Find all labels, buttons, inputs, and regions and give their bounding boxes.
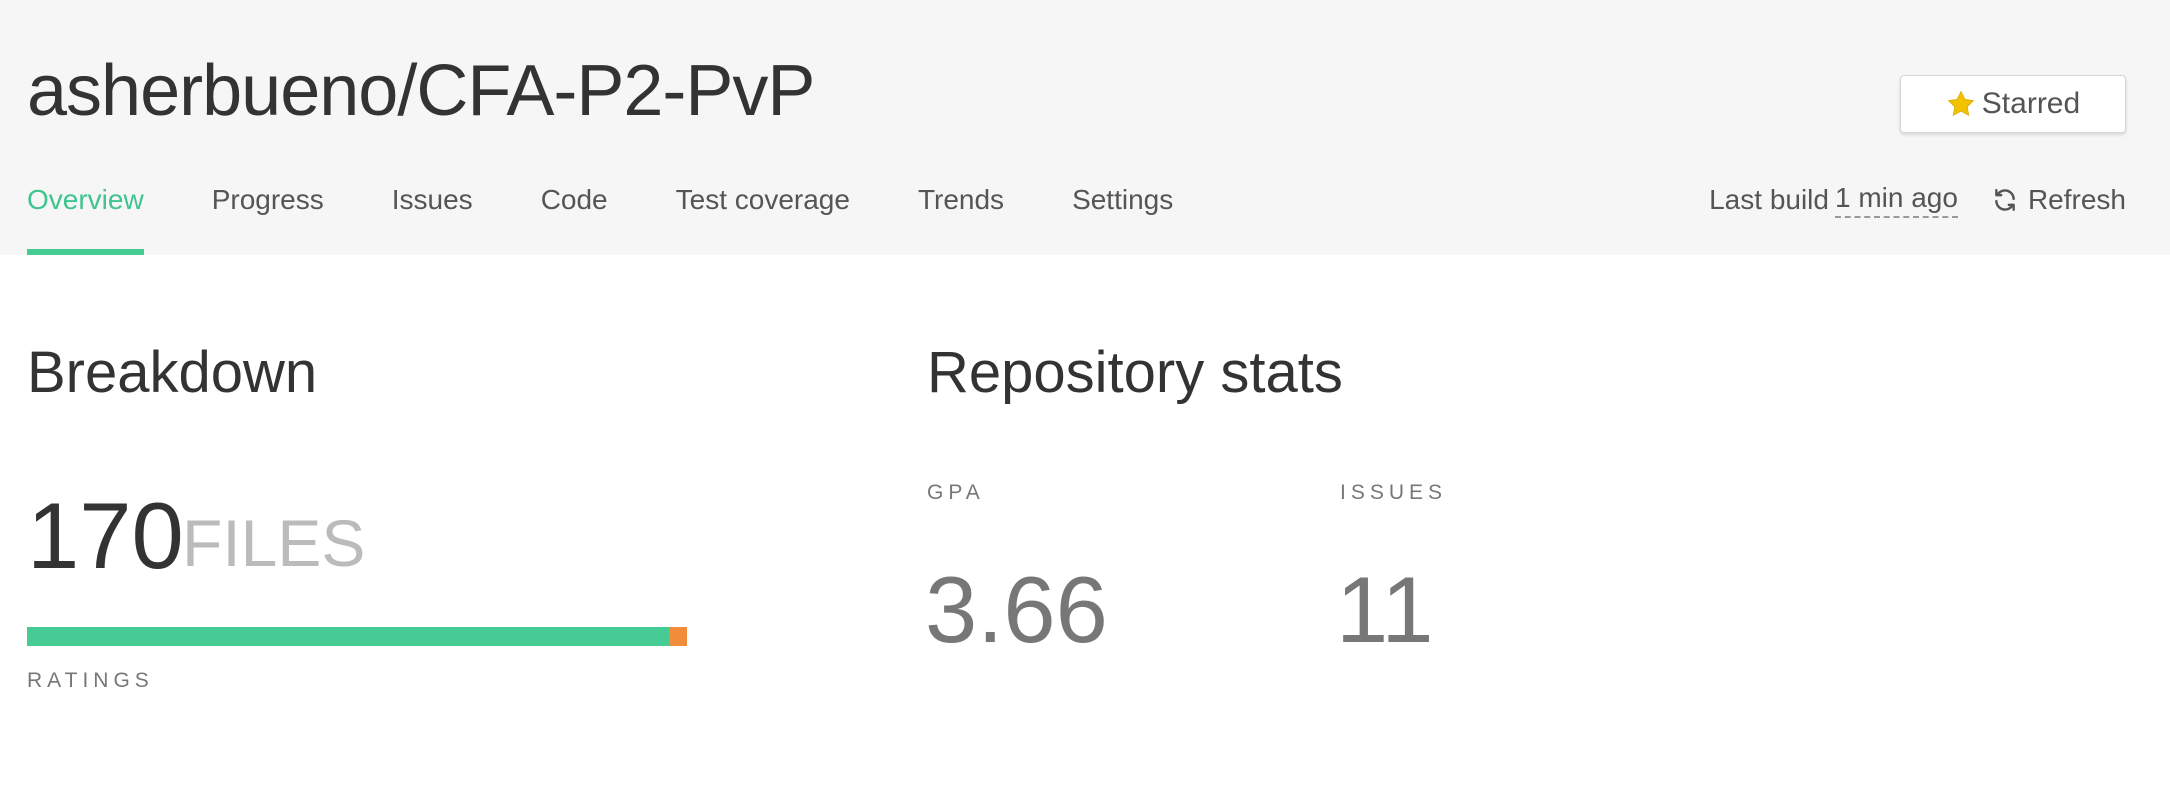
- refresh-icon: [1992, 187, 2018, 213]
- refresh-button[interactable]: Refresh: [1992, 184, 2126, 216]
- tab-test-coverage[interactable]: Test coverage: [676, 180, 850, 255]
- repo-header: asherbueno/CFA-P2-PvP Starred Overview P…: [0, 0, 2170, 255]
- repo-nav: Overview Progress Issues Code Test cover…: [27, 180, 1241, 255]
- star-button-label: Starred: [1981, 87, 2081, 120]
- files-label: FILES: [182, 506, 366, 580]
- tab-issues[interactable]: Issues: [392, 180, 473, 255]
- ratings-label: RATINGS: [27, 669, 154, 692]
- last-build-label: Last build: [1709, 184, 1829, 215]
- repo-title[interactable]: asherbueno/CFA-P2-PvP: [27, 50, 815, 132]
- tab-overview[interactable]: Overview: [27, 180, 144, 255]
- refresh-label: Refresh: [2027, 184, 2126, 215]
- gpa-value: 3.66: [925, 557, 1108, 662]
- tab-progress[interactable]: Progress: [212, 180, 324, 255]
- last-build-time[interactable]: 1 min ago: [1834, 182, 1958, 218]
- tab-settings[interactable]: Settings: [1072, 180, 1173, 255]
- tab-trends[interactable]: Trends: [918, 180, 1004, 255]
- files-count: 170: [27, 483, 184, 588]
- breakdown-title: Breakdown: [27, 340, 318, 405]
- build-info: Last build 1 min ago Refresh: [1709, 180, 2126, 220]
- gpa-label: GPA: [927, 481, 985, 504]
- ratings-bar-segment[interactable]: [27, 627, 669, 646]
- star-icon: [1946, 89, 1976, 119]
- ratings-bar[interactable]: [27, 627, 687, 646]
- issues-value: 11: [1336, 557, 1434, 662]
- issues-label: ISSUES: [1340, 481, 1448, 504]
- repository-stats-title: Repository stats: [927, 340, 1343, 405]
- star-button[interactable]: Starred: [1900, 75, 2126, 133]
- tab-code[interactable]: Code: [541, 180, 608, 255]
- ratings-bar-segment[interactable]: [668, 627, 687, 646]
